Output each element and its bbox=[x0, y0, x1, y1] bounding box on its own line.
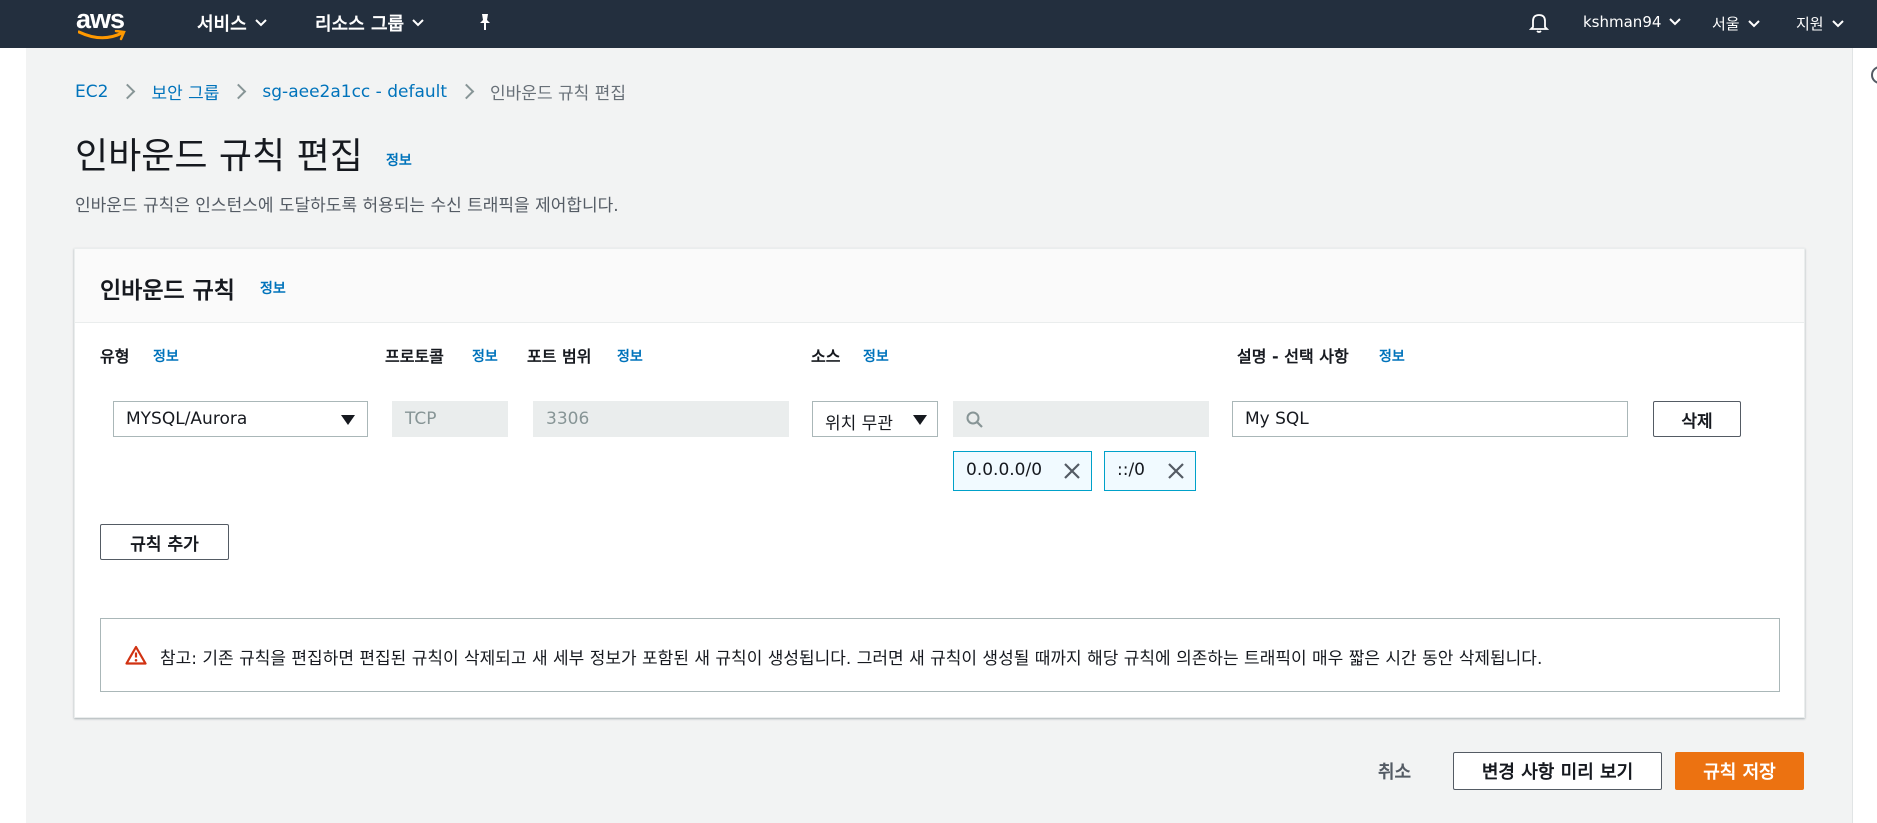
aws-smile-icon bbox=[78, 30, 126, 41]
close-icon[interactable] bbox=[1167, 462, 1185, 480]
save-rules-button[interactable]: 규칙 저장 bbox=[1675, 752, 1804, 790]
search-icon bbox=[966, 411, 983, 428]
user-menu[interactable]: kshman94 bbox=[1583, 13, 1682, 31]
region-menu[interactable]: 서울 bbox=[1712, 13, 1760, 34]
help-icon[interactable] bbox=[1871, 66, 1877, 84]
breadcrumb-separator-icon bbox=[120, 83, 136, 100]
chevron-down-icon bbox=[412, 19, 424, 27]
panel-header: 인바운드 규칙 정보 bbox=[75, 249, 1804, 323]
breadcrumb-security-groups[interactable]: 보안 그룹 bbox=[151, 79, 219, 104]
side-panel-strip bbox=[1852, 48, 1877, 823]
delete-rule-button[interactable]: 삭제 bbox=[1653, 401, 1741, 437]
cancel-button[interactable]: 취소 bbox=[1378, 758, 1411, 784]
pin-icon bbox=[480, 14, 490, 30]
notifications-button[interactable] bbox=[1529, 12, 1549, 34]
warning-icon bbox=[125, 645, 147, 665]
source-type-select[interactable]: 위치 무관 bbox=[812, 401, 938, 437]
protocol-column-label: 프로토콜 bbox=[385, 347, 444, 366]
chevron-down-icon bbox=[254, 19, 267, 27]
description-input[interactable]: My SQL bbox=[1232, 401, 1628, 437]
inbound-rules-panel: 인바운드 규칙 정보 유형 정보 프로토콜 정보 포트 범위 정보 소스 정보 … bbox=[74, 248, 1805, 718]
dropdown-arrow-icon bbox=[913, 415, 927, 425]
breadcrumb: EC2 보안 그룹 sg-aee2a1cc - default 인바운드 규칙 … bbox=[75, 79, 626, 105]
page-info-link[interactable]: 정보 bbox=[386, 150, 412, 170]
port-range-info-link[interactable]: 정보 bbox=[617, 346, 643, 366]
page-description: 인바운드 규칙은 인스턴스에 도달하도록 허용되는 수신 트래픽을 제어합니다. bbox=[75, 196, 619, 216]
dropdown-arrow-icon bbox=[341, 415, 355, 425]
edit-notice: 참고: 기존 규칙을 편집하면 편집된 규칙이 삭제되고 새 세부 정보가 포함… bbox=[100, 618, 1780, 692]
source-column-label: 소스 bbox=[811, 347, 841, 366]
description-info-link[interactable]: 정보 bbox=[1379, 346, 1405, 366]
aws-logo[interactable]: aws bbox=[76, 4, 130, 42]
support-menu[interactable]: 지원 bbox=[1796, 13, 1844, 34]
pin-button[interactable] bbox=[477, 13, 493, 31]
breadcrumb-separator-icon bbox=[458, 83, 475, 100]
port-range-column-label: 포트 범위 bbox=[527, 347, 592, 366]
services-menu[interactable]: 서비스 bbox=[197, 10, 267, 36]
panel-info-link[interactable]: 정보 bbox=[260, 278, 286, 298]
breadcrumb-security-group[interactable]: sg-aee2a1cc - default bbox=[262, 82, 447, 102]
notice-text: 참고: 기존 규칙을 편집하면 편집된 규칙이 삭제되고 새 세부 정보가 포함… bbox=[160, 649, 1543, 669]
breadcrumb-ec2[interactable]: EC2 bbox=[75, 82, 108, 102]
close-icon[interactable] bbox=[1063, 462, 1081, 480]
cidr-token: ::/0 bbox=[1104, 451, 1196, 491]
preview-changes-button[interactable]: 변경 사항 미리 보기 bbox=[1453, 752, 1662, 790]
source-search-input[interactable] bbox=[953, 401, 1209, 437]
type-info-link[interactable]: 정보 bbox=[153, 346, 179, 366]
breadcrumb-separator-icon bbox=[231, 83, 247, 100]
top-navigation: aws 서비스 리소스 그룹 kshman94 서울 지원 bbox=[0, 0, 1877, 48]
type-select[interactable]: MYSQL/Aurora bbox=[113, 401, 368, 437]
chevron-down-icon bbox=[1831, 19, 1844, 27]
protocol-input: TCP bbox=[392, 401, 508, 437]
protocol-info-link[interactable]: 정보 bbox=[472, 346, 498, 366]
add-rule-button[interactable]: 규칙 추가 bbox=[100, 524, 229, 560]
breadcrumb-current: 인바운드 규칙 편집 bbox=[490, 84, 626, 104]
cidr-token: 0.0.0.0/0 bbox=[953, 451, 1092, 491]
resource-groups-menu[interactable]: 리소스 그룹 bbox=[315, 10, 424, 36]
chevron-down-icon bbox=[1669, 18, 1682, 26]
port-range-input: 3306 bbox=[533, 401, 789, 437]
description-column-label: 설명 - 선택 사항 bbox=[1237, 347, 1349, 366]
type-column-label: 유형 bbox=[100, 347, 130, 366]
bell-icon bbox=[1529, 14, 1549, 33]
source-info-link[interactable]: 정보 bbox=[863, 346, 889, 366]
panel-title: 인바운드 규칙 bbox=[100, 278, 235, 304]
page-title: 인바운드 규칙 편집 bbox=[75, 136, 363, 177]
chevron-down-icon bbox=[1747, 19, 1760, 27]
